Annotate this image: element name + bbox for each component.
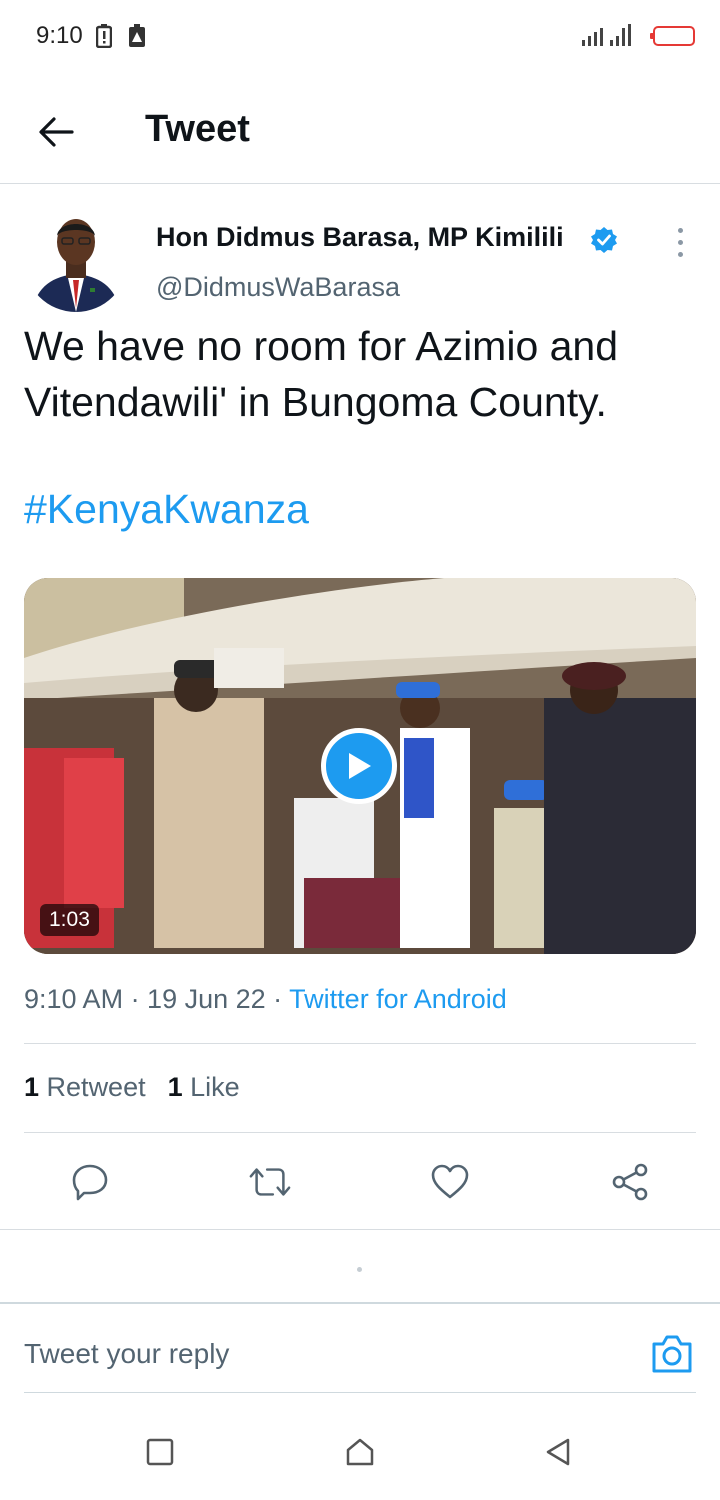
tweet-text: We have no room for Azimio and Vitendawi… bbox=[24, 323, 619, 425]
avatar[interactable] bbox=[24, 208, 128, 312]
share-icon bbox=[612, 1163, 648, 1201]
video-player[interactable]: 1:03 bbox=[24, 578, 696, 954]
share-button[interactable] bbox=[608, 1160, 652, 1204]
play-button[interactable] bbox=[321, 728, 397, 804]
retweet-count[interactable]: 1 bbox=[24, 1072, 39, 1102]
more-vertical-icon bbox=[677, 227, 683, 233]
play-icon bbox=[349, 753, 371, 779]
camera-button[interactable] bbox=[650, 1332, 694, 1376]
more-options-button[interactable] bbox=[664, 222, 696, 262]
retweet-label[interactable]: Retweet bbox=[47, 1072, 146, 1102]
camera-icon bbox=[652, 1335, 692, 1373]
recent-apps-button[interactable] bbox=[140, 1432, 180, 1472]
reply-button[interactable] bbox=[68, 1160, 112, 1204]
hashtag-link[interactable]: #KenyaKwanza bbox=[24, 486, 309, 533]
signal-icon bbox=[582, 24, 631, 46]
triangle-back-icon bbox=[546, 1438, 570, 1466]
verified-badge-icon bbox=[591, 227, 617, 253]
retweet-button[interactable] bbox=[248, 1160, 292, 1204]
heart-icon bbox=[431, 1164, 469, 1199]
tweet-timestamp: 9:10 AM · 19 Jun 22 · bbox=[24, 984, 290, 1014]
header-divider bbox=[0, 183, 720, 184]
header: Tweet bbox=[0, 86, 720, 182]
author-handle[interactable]: @DidmusWaBarasa bbox=[156, 272, 400, 303]
meta-divider bbox=[24, 1043, 696, 1044]
battery-alert-icon bbox=[96, 24, 112, 48]
battery-icon bbox=[650, 26, 695, 46]
like-label[interactable]: Like bbox=[190, 1072, 240, 1102]
tweet-meta: 9:10 AM · 19 Jun 22 · Twitter for Androi… bbox=[24, 984, 507, 1015]
reply-top-divider bbox=[0, 1302, 720, 1304]
home-button[interactable] bbox=[340, 1432, 380, 1472]
home-icon bbox=[346, 1438, 374, 1466]
author-name[interactable]: Hon Didmus Barasa, MP Kimilili bbox=[156, 222, 564, 253]
back-nav-button[interactable] bbox=[538, 1432, 578, 1472]
video-duration: 1:03 bbox=[40, 904, 99, 936]
stats-divider bbox=[24, 1132, 696, 1133]
warning-icon bbox=[129, 24, 145, 47]
reply-input[interactable]: Tweet your reply bbox=[24, 1338, 229, 1370]
like-count[interactable]: 1 bbox=[168, 1072, 183, 1102]
status-bar: 9:10 bbox=[0, 0, 720, 72]
back-button[interactable] bbox=[32, 108, 80, 156]
reply-bottom-divider bbox=[24, 1392, 696, 1393]
square-icon bbox=[146, 1438, 174, 1466]
reply-icon bbox=[72, 1164, 108, 1201]
like-button[interactable] bbox=[428, 1160, 472, 1204]
actions-divider bbox=[0, 1229, 720, 1230]
tweet-stats: 1 Retweet 1 Like bbox=[24, 1072, 240, 1103]
page-title: Tweet bbox=[145, 108, 250, 150]
retweet-icon bbox=[249, 1168, 291, 1196]
loading-indicator bbox=[357, 1267, 362, 1272]
status-time: 9:10 bbox=[36, 22, 83, 49]
tweet-source-link[interactable]: Twitter for Android bbox=[289, 984, 507, 1014]
arrow-left-icon bbox=[39, 117, 74, 147]
